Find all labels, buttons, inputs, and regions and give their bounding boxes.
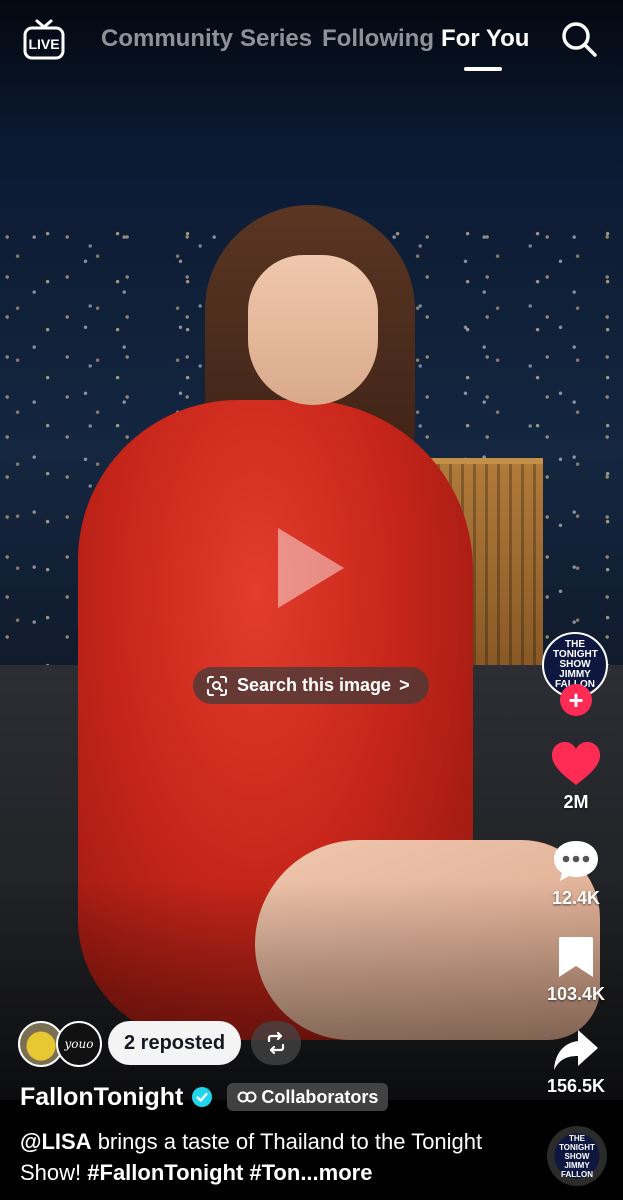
author-row: FallonTonight Collaborators: [20, 1080, 389, 1114]
top-navigation: LIVE Community Series Following For You: [0, 14, 623, 76]
save-button[interactable]: 103.4K: [540, 934, 612, 1005]
shares-count: 156.5K: [546, 1076, 606, 1096]
share-button[interactable]: 156.5K: [540, 1028, 612, 1097]
play-icon[interactable]: [278, 528, 344, 608]
live-tv-icon[interactable]: LIVE: [22, 18, 66, 62]
active-tab-indicator: [464, 67, 502, 71]
follow-button[interactable]: +: [560, 684, 592, 716]
search-this-image-button[interactable]: Search this image >: [193, 667, 429, 704]
video-player[interactable]: [0, 0, 623, 1100]
repost-button[interactable]: [251, 1021, 301, 1065]
search-this-image-label: Search this image: [237, 675, 392, 695]
sound-disc-logo: THE TONIGHT SHOW JIMMY FALLON: [559, 1133, 595, 1179]
comment-button[interactable]: 12.4K: [540, 838, 612, 909]
comment-bubble-icon: [554, 841, 598, 881]
chevron-right-icon: >: [399, 675, 410, 695]
image-scan-icon: [207, 675, 227, 696]
collaborators-label: Collaborators: [261, 1086, 379, 1107]
caption-more-link[interactable]: ...more: [300, 1160, 372, 1185]
reposter-avatars[interactable]: youo: [18, 1021, 108, 1067]
reposter-avatar: youo: [56, 1021, 102, 1067]
comments-count: 12.4K: [551, 888, 601, 908]
caption-hashtags[interactable]: #FallonTonight #Ton: [87, 1160, 300, 1185]
share-arrow-icon: [554, 1030, 598, 1070]
saves-count: 103.4K: [546, 984, 606, 1004]
sound-disc[interactable]: THE TONIGHT SHOW JIMMY FALLON: [547, 1126, 607, 1186]
link-icon: [237, 1091, 257, 1103]
post-caption[interactable]: @LISA brings a taste of Thailand to the …: [20, 1126, 520, 1188]
bookmark-icon: [559, 937, 593, 977]
likes-count: 2M: [563, 792, 589, 812]
tab-series[interactable]: Series: [240, 25, 312, 53]
verified-badge-icon: [192, 1087, 213, 1107]
caption-mention[interactable]: @LISA: [20, 1129, 92, 1154]
search-icon[interactable]: [560, 20, 598, 58]
reposted-badge[interactable]: 2 reposted: [108, 1021, 242, 1065]
collaborators-button[interactable]: Collaborators: [227, 1083, 389, 1111]
author-name[interactable]: FallonTonight: [20, 1083, 183, 1112]
repost-icon: [267, 1031, 285, 1055]
heart-icon: [552, 742, 600, 785]
live-label: LIVE: [28, 36, 59, 52]
like-button[interactable]: 2M: [540, 740, 612, 813]
tab-for-you[interactable]: For You: [441, 25, 529, 53]
tab-following[interactable]: Following: [322, 25, 434, 53]
tab-community[interactable]: Community: [101, 25, 233, 53]
creator-logo: THE TONIGHT SHOW JIMMY FALLON: [553, 639, 598, 690]
